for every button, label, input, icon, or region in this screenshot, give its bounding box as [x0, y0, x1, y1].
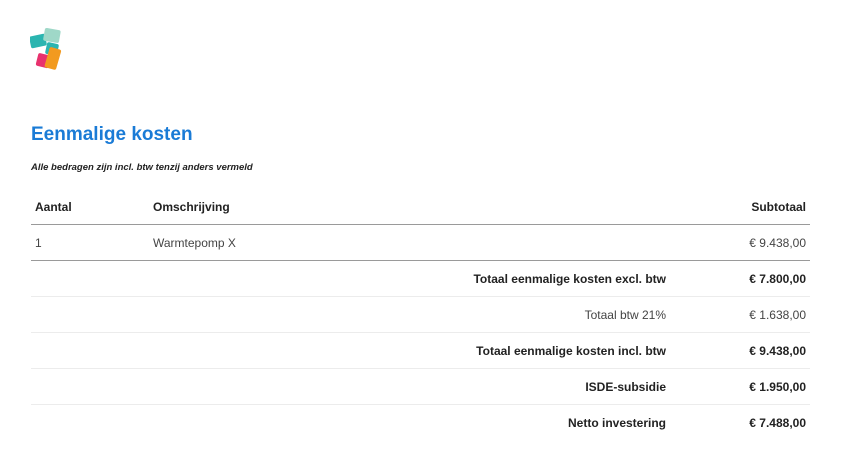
costs-table: Aantal Omschrijving Subtotaal 1 Warmtepo…	[31, 190, 810, 441]
summary-amount: € 7.488,00	[749, 416, 806, 430]
summary-amount: € 1.950,00	[749, 379, 806, 394]
page-title: Eenmalige kosten	[31, 124, 193, 145]
summary-label: Totaal eenmalige kosten incl. btw	[476, 343, 666, 358]
summary-row-total-excl: Totaal eenmalige kosten excl. btw € 7.80…	[31, 261, 810, 297]
company-logo	[30, 28, 62, 70]
summary-label: ISDE-subsidie	[585, 379, 666, 394]
item-description: Warmtepomp X	[153, 235, 236, 250]
summary-label: Netto investering	[567, 416, 666, 430]
table-row: 1 Warmtepomp X € 9.438,00	[31, 225, 810, 261]
summary-row-vat: Totaal btw 21% € 1.638,00	[31, 297, 810, 333]
summary-amount: € 1.638,00	[749, 307, 806, 322]
summary-amount: € 7.800,00	[749, 271, 806, 286]
summary-row-net: Netto investering € 7.488,00	[31, 405, 810, 441]
header-subtotal: Subtotaal	[751, 200, 806, 214]
summary-row-total-incl: Totaal eenmalige kosten incl. btw € 9.43…	[31, 333, 810, 369]
header-quantity: Aantal	[35, 200, 72, 214]
item-quantity: 1	[35, 235, 42, 250]
price-note: Alle bedragen zijn incl. btw tenzij ande…	[31, 162, 253, 173]
header-description: Omschrijving	[153, 200, 230, 214]
summary-label: Totaal btw 21%	[584, 307, 666, 322]
summary-row-subsidy: ISDE-subsidie € 1.950,00	[31, 369, 810, 405]
table-header-row: Aantal Omschrijving Subtotaal	[31, 190, 810, 225]
item-subtotal: € 9.438,00	[749, 235, 806, 250]
summary-label: Totaal eenmalige kosten excl. btw	[473, 271, 666, 286]
summary-amount: € 9.438,00	[749, 343, 806, 358]
